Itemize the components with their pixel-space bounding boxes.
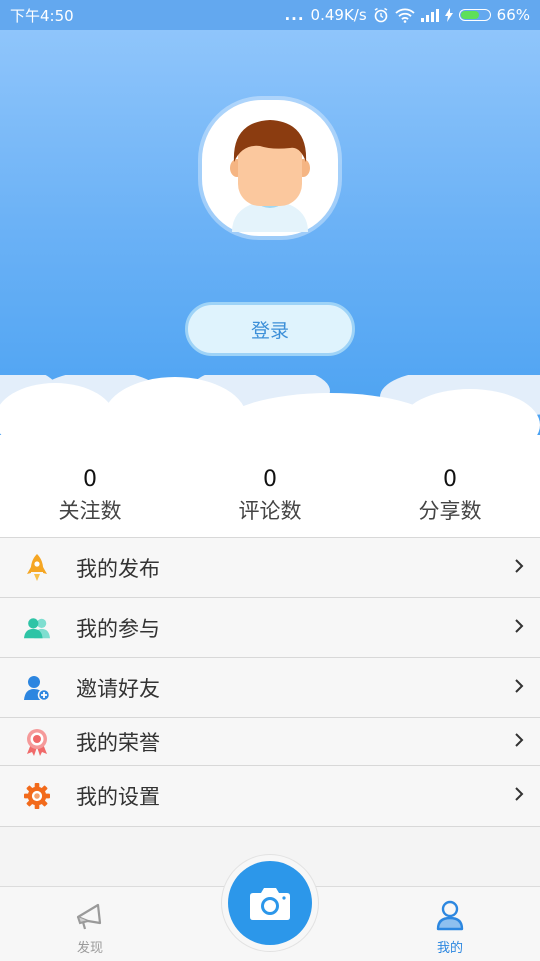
menu-item-my-participation[interactable]: 我的参与 bbox=[0, 597, 540, 657]
menu-item-label: 我的荣誉 bbox=[76, 730, 160, 755]
menu-item-my-settings[interactable]: 我的设置 bbox=[0, 765, 540, 827]
stat-value: 0 bbox=[83, 467, 97, 492]
network-speed: 0.49K/s bbox=[310, 6, 367, 24]
menu-item-invite-friends[interactable]: 邀请好友 bbox=[0, 657, 540, 717]
signal-icon bbox=[420, 8, 439, 22]
tab-label: 发现 bbox=[76, 941, 103, 956]
status-right: ... 0.49K/s 66% bbox=[284, 6, 530, 24]
avatar[interactable] bbox=[202, 100, 338, 236]
people-icon bbox=[24, 615, 50, 641]
alarm-icon bbox=[373, 7, 389, 23]
tab-discover[interactable]: 发现 bbox=[50, 887, 130, 956]
chevron-right-icon bbox=[514, 678, 524, 698]
menu-item-label: 我的设置 bbox=[76, 785, 160, 809]
menu-list: 我的发布 我的参与 邀请好友 我的荣誉 我的设置 bbox=[0, 537, 540, 827]
chevron-right-icon bbox=[514, 732, 524, 752]
rocket-icon bbox=[24, 553, 50, 581]
chevron-right-icon bbox=[514, 558, 524, 578]
menu-item-label: 我的发布 bbox=[76, 556, 160, 581]
battery-icon bbox=[458, 9, 491, 21]
stat-shares[interactable]: 0 分享数 bbox=[360, 455, 540, 537]
menu-item-label: 邀请好友 bbox=[76, 676, 160, 701]
menu-item-label: 我的参与 bbox=[76, 616, 160, 641]
stat-follows[interactable]: 0 关注数 bbox=[0, 455, 180, 537]
person-icon bbox=[410, 899, 490, 935]
tab-label: 我的 bbox=[436, 941, 463, 956]
clouds-decoration bbox=[0, 375, 540, 455]
chevron-right-icon bbox=[514, 786, 524, 806]
status-dots: ... bbox=[284, 6, 305, 24]
battery-level bbox=[460, 11, 480, 19]
status-bar: 下午4:50 ... 0.49K/s 66% bbox=[0, 0, 540, 30]
gear-icon bbox=[24, 783, 50, 809]
stat-comments[interactable]: 0 评论数 bbox=[180, 455, 360, 537]
add-user-icon bbox=[24, 675, 50, 701]
tab-mine[interactable]: 我的 bbox=[410, 887, 490, 956]
camera-icon bbox=[250, 888, 290, 920]
wifi-icon bbox=[395, 8, 415, 23]
battery-percent: 66% bbox=[496, 6, 530, 24]
stat-label: 分享数 bbox=[418, 499, 482, 523]
charging-icon bbox=[444, 8, 453, 22]
avatar-boy-icon bbox=[230, 120, 310, 232]
menu-item-my-honors[interactable]: 我的荣誉 bbox=[0, 717, 540, 765]
status-time: 下午4:50 bbox=[10, 6, 74, 25]
camera-button[interactable] bbox=[228, 861, 312, 945]
login-button[interactable]: 登录 bbox=[185, 302, 355, 356]
menu-item-my-posts[interactable]: 我的发布 bbox=[0, 537, 540, 597]
profile-header: 登录 bbox=[0, 30, 540, 455]
chevron-right-icon bbox=[514, 618, 524, 638]
stat-label: 评论数 bbox=[238, 499, 302, 523]
stats-bar: 0 关注数 0 评论数 0 分享数 bbox=[0, 455, 540, 537]
stat-value: 0 bbox=[443, 467, 457, 492]
stat-label: 关注数 bbox=[58, 499, 122, 523]
medal-icon bbox=[24, 728, 50, 756]
stat-value: 0 bbox=[263, 467, 277, 492]
megaphone-icon bbox=[50, 901, 130, 935]
